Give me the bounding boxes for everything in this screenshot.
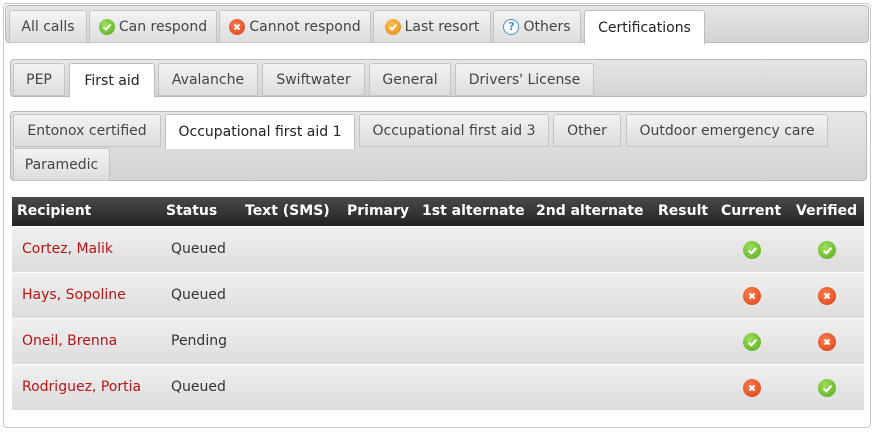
tab-label: Can respond: [118, 18, 208, 35]
table-header: Recipient Status Text (SMS) Primary 1st …: [12, 197, 864, 226]
tab-other[interactable]: Other: [553, 114, 621, 147]
current-cross-icon: [743, 287, 761, 305]
verified-cross-icon: [818, 287, 836, 305]
column-header-2nd-alternate: 2nd alternate: [536, 203, 644, 219]
tab-label: Certifications: [598, 19, 691, 36]
current-check-icon: [743, 333, 761, 351]
tab-label: General: [382, 71, 438, 88]
tab-last-resort[interactable]: Last resort: [373, 10, 491, 43]
column-header-result: Result: [658, 203, 709, 219]
tab-label: All calls: [21, 18, 75, 35]
table-row: Cortez, Malik Queued: [12, 227, 864, 273]
verified-cross-icon: [818, 333, 836, 351]
tab-paramedic[interactable]: Paramedic: [13, 148, 110, 181]
status-text: Queued: [171, 287, 226, 303]
column-header-recipient: Recipient: [17, 203, 92, 219]
tab-general[interactable]: General: [369, 63, 451, 96]
tab-label: First aid: [84, 72, 140, 89]
recipient-link[interactable]: Cortez, Malik: [22, 227, 113, 272]
tab-label: Last resort: [404, 18, 480, 35]
tab-can-respond[interactable]: Can respond: [89, 10, 217, 43]
table-row: Rodriguez, Portia Queued: [12, 365, 864, 411]
status-text: Queued: [171, 379, 226, 395]
tab-pep[interactable]: PEP: [13, 63, 65, 96]
tab-label: Others: [523, 18, 571, 35]
column-header-primary: Primary: [347, 203, 410, 219]
current-check-icon: [743, 241, 761, 259]
tab-label: Avalanche: [171, 71, 245, 88]
cross-icon: [229, 18, 246, 35]
tab-occupational-first-aid-1[interactable]: Occupational first aid 1: [165, 114, 355, 149]
tab-outdoor-emergency-care[interactable]: Outdoor emergency care: [626, 114, 828, 147]
tab-occupational-first-aid-3[interactable]: Occupational first aid 3: [359, 114, 549, 147]
tab-all-calls[interactable]: All calls: [9, 10, 87, 43]
column-header-verified: Verified: [796, 203, 858, 219]
tab-label: Swiftwater: [276, 71, 351, 88]
current-cross-icon: [743, 379, 761, 397]
tab-label: Paramedic: [24, 156, 99, 173]
verified-check-icon: [818, 379, 836, 397]
tab-drivers-license[interactable]: Drivers' License: [455, 63, 594, 96]
recipient-link[interactable]: Hays, Sopoline: [22, 273, 126, 318]
tab-label: Drivers' License: [468, 71, 581, 88]
tab-label: Occupational first aid 3: [372, 122, 536, 139]
tab-label: Occupational first aid 1: [178, 123, 342, 140]
tab-label: Cannot respond: [249, 18, 361, 35]
tab-entonox-certified[interactable]: Entonox certified: [13, 114, 161, 147]
column-header-1st-alternate: 1st alternate: [422, 203, 525, 219]
column-header-status: Status: [166, 203, 218, 219]
column-header-text-sms: Text (SMS): [245, 203, 330, 219]
recipient-link[interactable]: Rodriguez, Portia: [22, 365, 141, 410]
check-icon: [98, 18, 115, 35]
status-text: Pending: [171, 333, 227, 349]
tab-label: Outdoor emergency care: [639, 122, 815, 139]
tab-others[interactable]: ? Others: [493, 10, 581, 43]
status-text: Queued: [171, 241, 226, 257]
tab-certifications[interactable]: Certifications: [584, 10, 705, 45]
tab-avalanche[interactable]: Avalanche: [158, 63, 258, 96]
column-header-current: Current: [721, 203, 782, 219]
table-row: Hays, Sopoline Queued: [12, 273, 864, 319]
tab-first-aid[interactable]: First aid: [69, 63, 155, 98]
recipient-link[interactable]: Oneil, Brenna: [22, 319, 117, 364]
table-row: Oneil, Brenna Pending: [12, 319, 864, 365]
tab-label: Entonox certified: [27, 122, 147, 139]
tab-label: Other: [567, 122, 607, 139]
verified-check-icon: [818, 241, 836, 259]
tab-swiftwater[interactable]: Swiftwater: [262, 63, 365, 96]
tab-cannot-respond[interactable]: Cannot respond: [219, 10, 371, 43]
tab-label: PEP: [26, 71, 52, 88]
help-icon: ?: [503, 18, 520, 35]
check-orange-icon: [384, 18, 401, 35]
